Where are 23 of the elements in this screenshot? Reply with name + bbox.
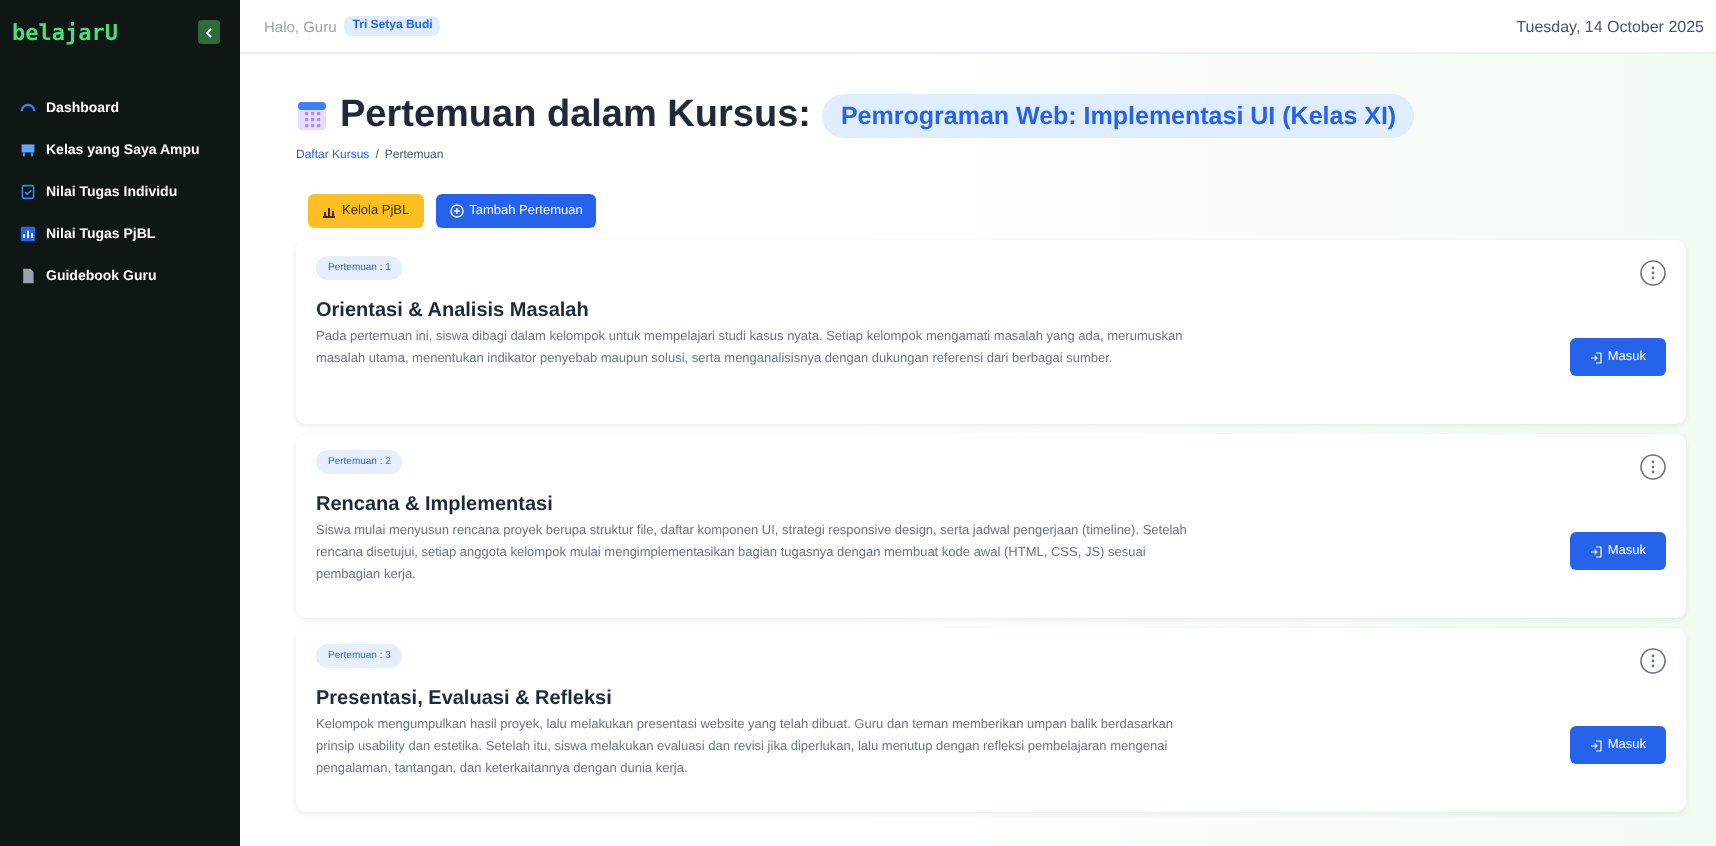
meeting-title: Presentasi, Evaluasi & Refleksi	[316, 688, 612, 710]
meeting-title: Rencana & Implementasi	[316, 494, 553, 516]
checklist-icon	[20, 184, 36, 200]
gauge-icon	[20, 100, 36, 116]
calendar-icon	[296, 100, 328, 132]
login-icon	[1589, 351, 1602, 363]
collapse-button[interactable]	[198, 20, 220, 44]
board-icon	[20, 142, 36, 158]
more-icon[interactable]	[1640, 454, 1666, 480]
more-icon[interactable]	[1640, 260, 1666, 286]
document-icon	[20, 268, 36, 284]
bar-chart-icon	[322, 205, 336, 217]
chart-icon	[20, 226, 36, 242]
logo: belajarU	[12, 19, 118, 45]
login-icon	[1589, 545, 1602, 557]
date: Tuesday, 14 October 2025	[1516, 17, 1704, 35]
more-icon[interactable]	[1640, 648, 1666, 674]
meeting-title: Orientasi & Analisis Masalah	[316, 300, 589, 322]
login-icon	[1589, 739, 1602, 751]
arrow-left-icon	[204, 27, 214, 37]
plus-circle-icon	[449, 204, 464, 218]
page-title: Pertemuan dalam Kursus:	[340, 94, 811, 138]
course-badge: Pemrograman Web: Implementasi UI (Kelas XI)	[822, 94, 1415, 138]
